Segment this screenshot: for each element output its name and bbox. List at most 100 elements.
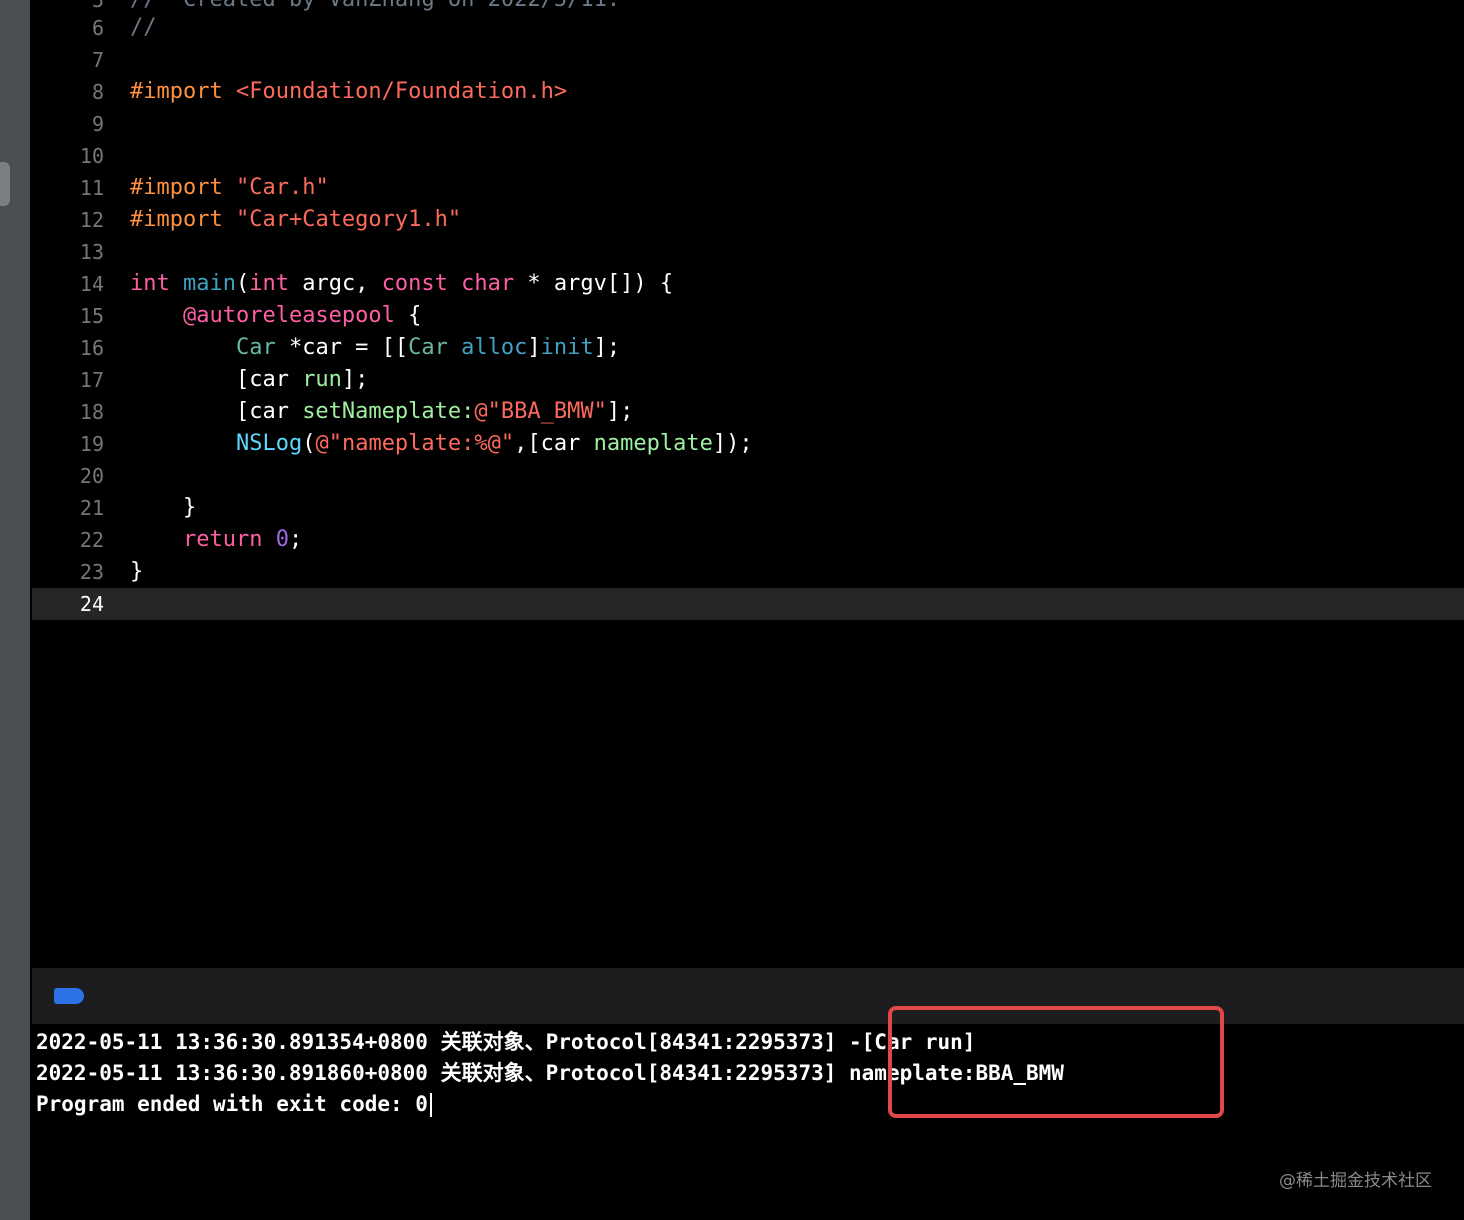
code-text: #import "Car.h" <box>130 172 329 204</box>
code-text: Car *car = [[Car alloc]init]; <box>130 332 620 364</box>
code-line[interactable]: 15 @autoreleasepool { <box>32 300 1464 332</box>
code-token: [car <box>130 399 303 424</box>
code-token: const char <box>381 271 528 296</box>
line-number: 20 <box>79 464 104 488</box>
watermark: @稀土掘金技术社区 <box>1279 1171 1432 1191</box>
line-number: 17 <box>79 368 104 392</box>
code-token: #import <box>130 79 236 104</box>
code-text: } <box>130 556 143 588</box>
code-token: ( <box>302 431 316 456</box>
code-token: *car = [[ <box>288 335 409 360</box>
code-text: #import "Car+Category1.h" <box>130 204 461 236</box>
code-token: NSLog <box>235 431 303 456</box>
code-token: nameplate:%@" <box>341 431 515 456</box>
text-cursor <box>429 1093 432 1117</box>
code-token: ] <box>527 335 541 360</box>
code-token: nameplate <box>593 431 713 456</box>
code-line[interactable]: 8 #import <Foundation/Foundation.h> <box>32 76 1464 108</box>
console-line: 2022-05-11 13:36:30.891354+0800 关联对象、Pro… <box>36 1026 975 1058</box>
code-line[interactable]: 20 <box>32 460 1464 492</box>
console-text: Program ended with exit code: 0 <box>36 1092 428 1116</box>
line-number: 22 <box>79 528 104 552</box>
code-line[interactable]: 19 NSLog(@"nameplate:%@",[car nameplate]… <box>32 428 1464 460</box>
code-line[interactable]: 7 <box>32 44 1464 76</box>
code-token: "Car.h" <box>235 175 329 200</box>
line-number: 18 <box>79 400 104 424</box>
code-text: } <box>130 492 196 524</box>
code-token: [car <box>130 367 303 392</box>
code-line[interactable]: 12 #import "Car+Category1.h" <box>32 204 1464 236</box>
code-text: [car setNameplate:@"BBA_BMW"]; <box>130 396 633 428</box>
line-number: 21 <box>79 496 104 520</box>
code-token: } <box>130 559 144 584</box>
code-token: init <box>540 335 594 360</box>
line-number: 19 <box>79 432 104 456</box>
code-token: 0 <box>275 527 289 552</box>
code-token: ]); <box>712 431 753 456</box>
code-text: int main(int argc, const char * argv[]) … <box>130 268 673 300</box>
code-line-current[interactable]: 24 <box>32 588 1464 620</box>
code-token: "Car+Category1.h" <box>235 207 462 232</box>
filter-badge-icon[interactable] <box>54 988 84 1004</box>
code-token: @autoreleasepool <box>182 303 409 328</box>
code-token: setNameplate: <box>302 399 475 424</box>
line-number: 7 <box>91 48 104 72</box>
code-text: // <box>130 12 157 44</box>
code-line[interactable]: 23} <box>32 556 1464 588</box>
code-line[interactable]: 22 return 0; <box>32 524 1464 556</box>
code-token: #import <box>130 175 236 200</box>
code-token: ( <box>235 271 250 296</box>
code-editor[interactable]: 5 // Created by VanZhang on 2022/5/11. 6… <box>32 0 1464 968</box>
code-line[interactable]: 21 } <box>32 492 1464 524</box>
code-token: { <box>408 303 422 328</box>
line-number: 11 <box>79 176 104 200</box>
code-line[interactable]: 17 [car run]; <box>32 364 1464 396</box>
code-line[interactable]: 11 #import "Car.h" <box>32 172 1464 204</box>
line-number: 16 <box>79 336 104 360</box>
code-token: main <box>182 271 236 296</box>
code-line[interactable]: 16 Car *car = [[Car alloc]init]; <box>32 332 1464 364</box>
code-line[interactable]: 9 <box>32 108 1464 140</box>
code-line[interactable]: 10 <box>32 140 1464 172</box>
line-number: 24 <box>79 592 104 616</box>
code-line[interactable]: 18 [car setNameplate:@"BBA_BMW"]; <box>32 396 1464 428</box>
code-token: Car <box>235 335 289 360</box>
code-token: Car <box>408 335 462 360</box>
code-text: return 0; <box>130 524 302 556</box>
code-token: #import <box>130 207 236 232</box>
code-token: ,[car <box>514 431 594 456</box>
line-number: 13 <box>79 240 104 264</box>
sidebar-scroll-tab[interactable] <box>0 162 10 206</box>
line-number: 6 <box>91 16 104 40</box>
console-text: 2022-05-11 13:36:30.891354+0800 关联对象、Pro… <box>36 1030 976 1054</box>
code-token: return <box>182 527 276 552</box>
code-text: NSLog(@"nameplate:%@",[car nameplate]); <box>130 428 753 460</box>
code-token: alloc <box>461 335 528 360</box>
code-token: // <box>130 15 157 40</box>
debug-console[interactable]: 2022-05-11 13:36:30.891354+0800 关联对象、Pro… <box>32 1024 1464 1220</box>
code-line[interactable]: 6 // <box>32 12 1464 44</box>
line-number: 10 <box>79 144 104 168</box>
code-token: @"BBA_BMW" <box>474 399 607 424</box>
line-number: 9 <box>91 112 104 136</box>
code-token: ]; <box>341 367 369 392</box>
line-number: 23 <box>79 560 104 584</box>
code-token: ]; <box>593 335 621 360</box>
code-token: } <box>130 495 197 520</box>
line-number: 8 <box>91 80 104 104</box>
code-text: @autoreleasepool { <box>130 300 421 332</box>
code-token: int <box>249 271 303 296</box>
line-number: 12 <box>79 208 104 232</box>
code-line[interactable]: 14 int main(int argc, const char * argv[]… <box>32 268 1464 300</box>
code-line[interactable]: 13 <box>32 236 1464 268</box>
code-text: [car run]; <box>130 364 368 396</box>
code-token: <Foundation/Foundation.h> <box>235 79 568 104</box>
code-token: int <box>130 271 183 296</box>
code-text: #import <Foundation/Foundation.h> <box>130 76 567 108</box>
line-number: 15 <box>79 304 104 328</box>
code-token: ]; <box>606 399 634 424</box>
console-line: Program ended with exit code: 0 <box>36 1088 432 1120</box>
